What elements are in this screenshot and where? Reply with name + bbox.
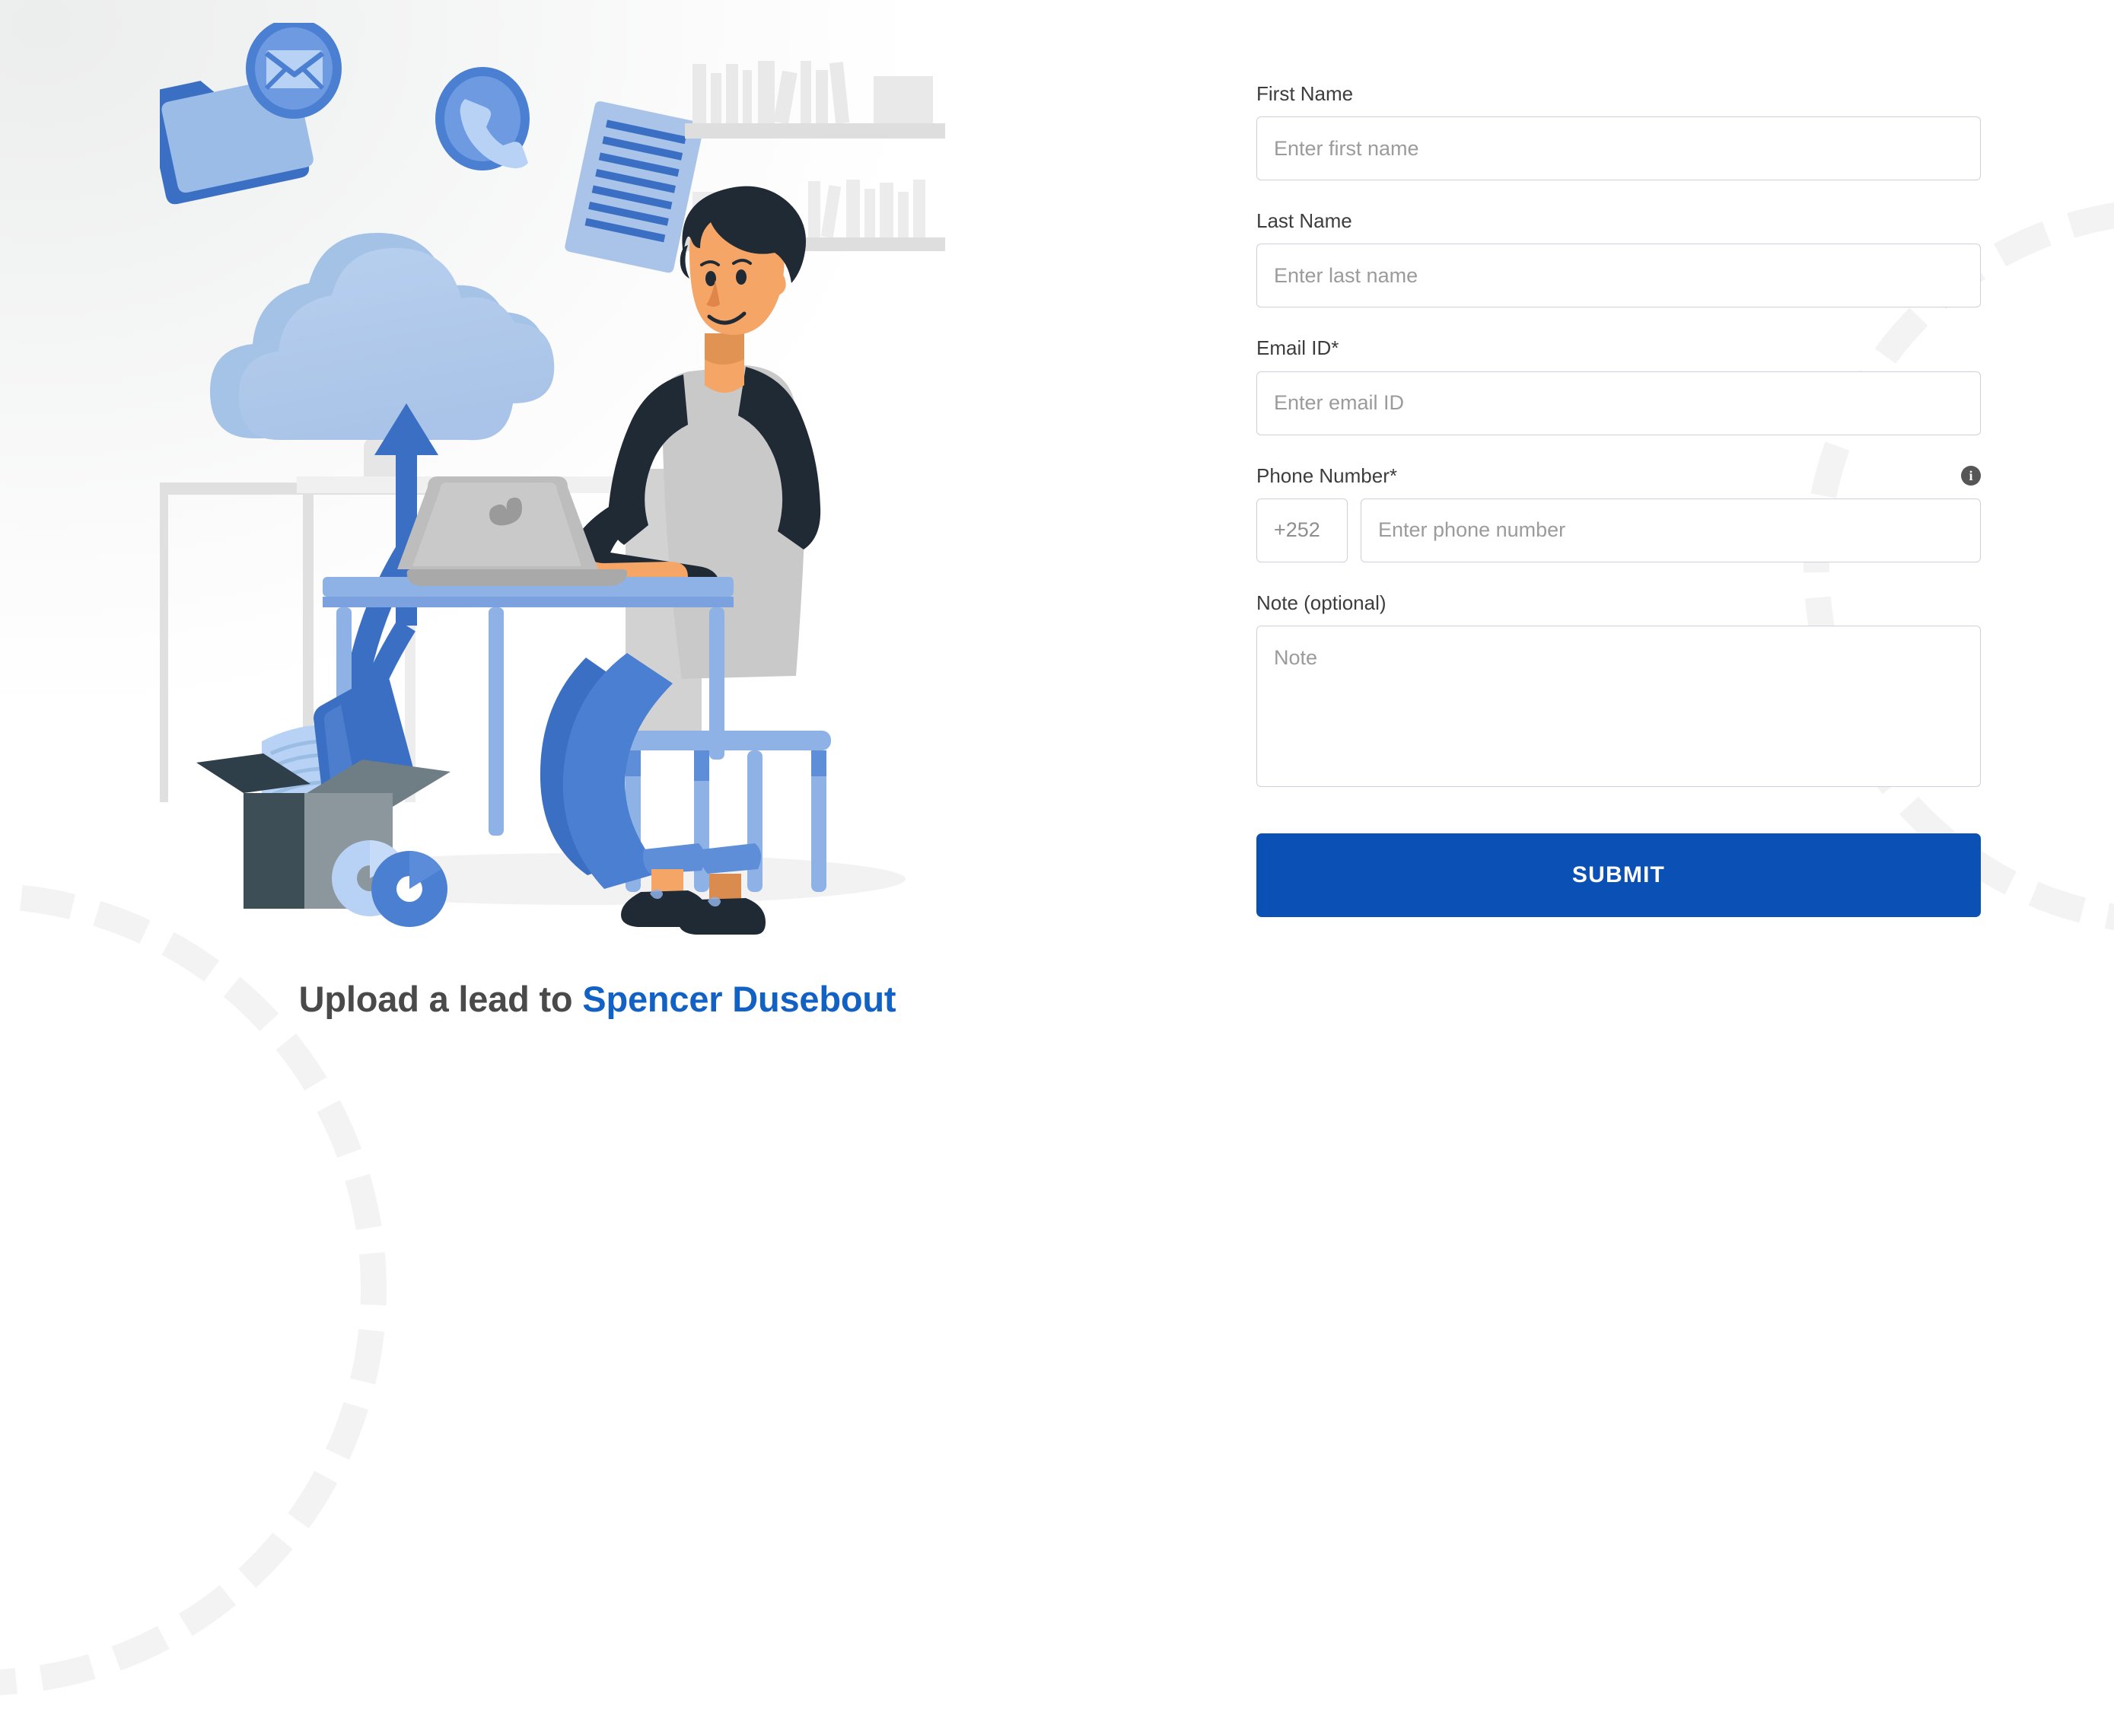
phone-number-input[interactable] xyxy=(1361,498,1981,562)
field-last-name: Last Name xyxy=(1256,209,1981,308)
shelf-board-upper xyxy=(685,123,945,139)
field-note: Note (optional) xyxy=(1256,591,1981,791)
phone-label: Phone Number* xyxy=(1256,463,1397,487)
lead-upload-form: First Name Last Name Email ID* Phone Num… xyxy=(1256,82,1981,917)
illustration-pane: Upload a lead to Spencer Dusebout xyxy=(0,0,1195,1224)
first-name-input[interactable] xyxy=(1256,116,1981,181)
info-icon[interactable]: i xyxy=(1961,466,1981,486)
form-pane: First Name Last Name Email ID* Phone Num… xyxy=(1195,0,2114,1224)
field-first-name: First Name xyxy=(1256,82,1981,181)
field-phone: Phone Number* i xyxy=(1256,464,1981,562)
envelope-icon xyxy=(246,23,342,119)
first-name-label: First Name xyxy=(1256,82,1354,105)
headline-agent-name: Spencer Dusebout xyxy=(582,979,896,1019)
phone-icon xyxy=(435,67,530,170)
compact-discs xyxy=(332,840,447,927)
headline-prefix: Upload a lead to xyxy=(298,979,583,1019)
cloud-icon xyxy=(210,233,555,441)
last-name-label: Last Name xyxy=(1256,209,1352,233)
email-input[interactable] xyxy=(1256,371,1981,435)
field-email: Email ID* xyxy=(1256,336,1981,435)
page-headline: Upload a lead to Spencer Dusebout xyxy=(0,978,1195,1020)
last-name-input[interactable] xyxy=(1256,244,1981,308)
page-layout: Upload a lead to Spencer Dusebout First … xyxy=(0,0,2114,1224)
country-code-input[interactable] xyxy=(1256,498,1348,562)
note-textarea[interactable] xyxy=(1256,625,1981,787)
phone-input-row xyxy=(1256,498,1981,562)
submit-button[interactable]: SUBMIT xyxy=(1256,833,1981,917)
note-label: Note (optional) xyxy=(1256,591,1387,614)
email-label: Email ID* xyxy=(1256,336,1339,360)
phone-label-row: Phone Number* i xyxy=(1256,464,1981,488)
lead-upload-illustration xyxy=(160,23,1012,944)
